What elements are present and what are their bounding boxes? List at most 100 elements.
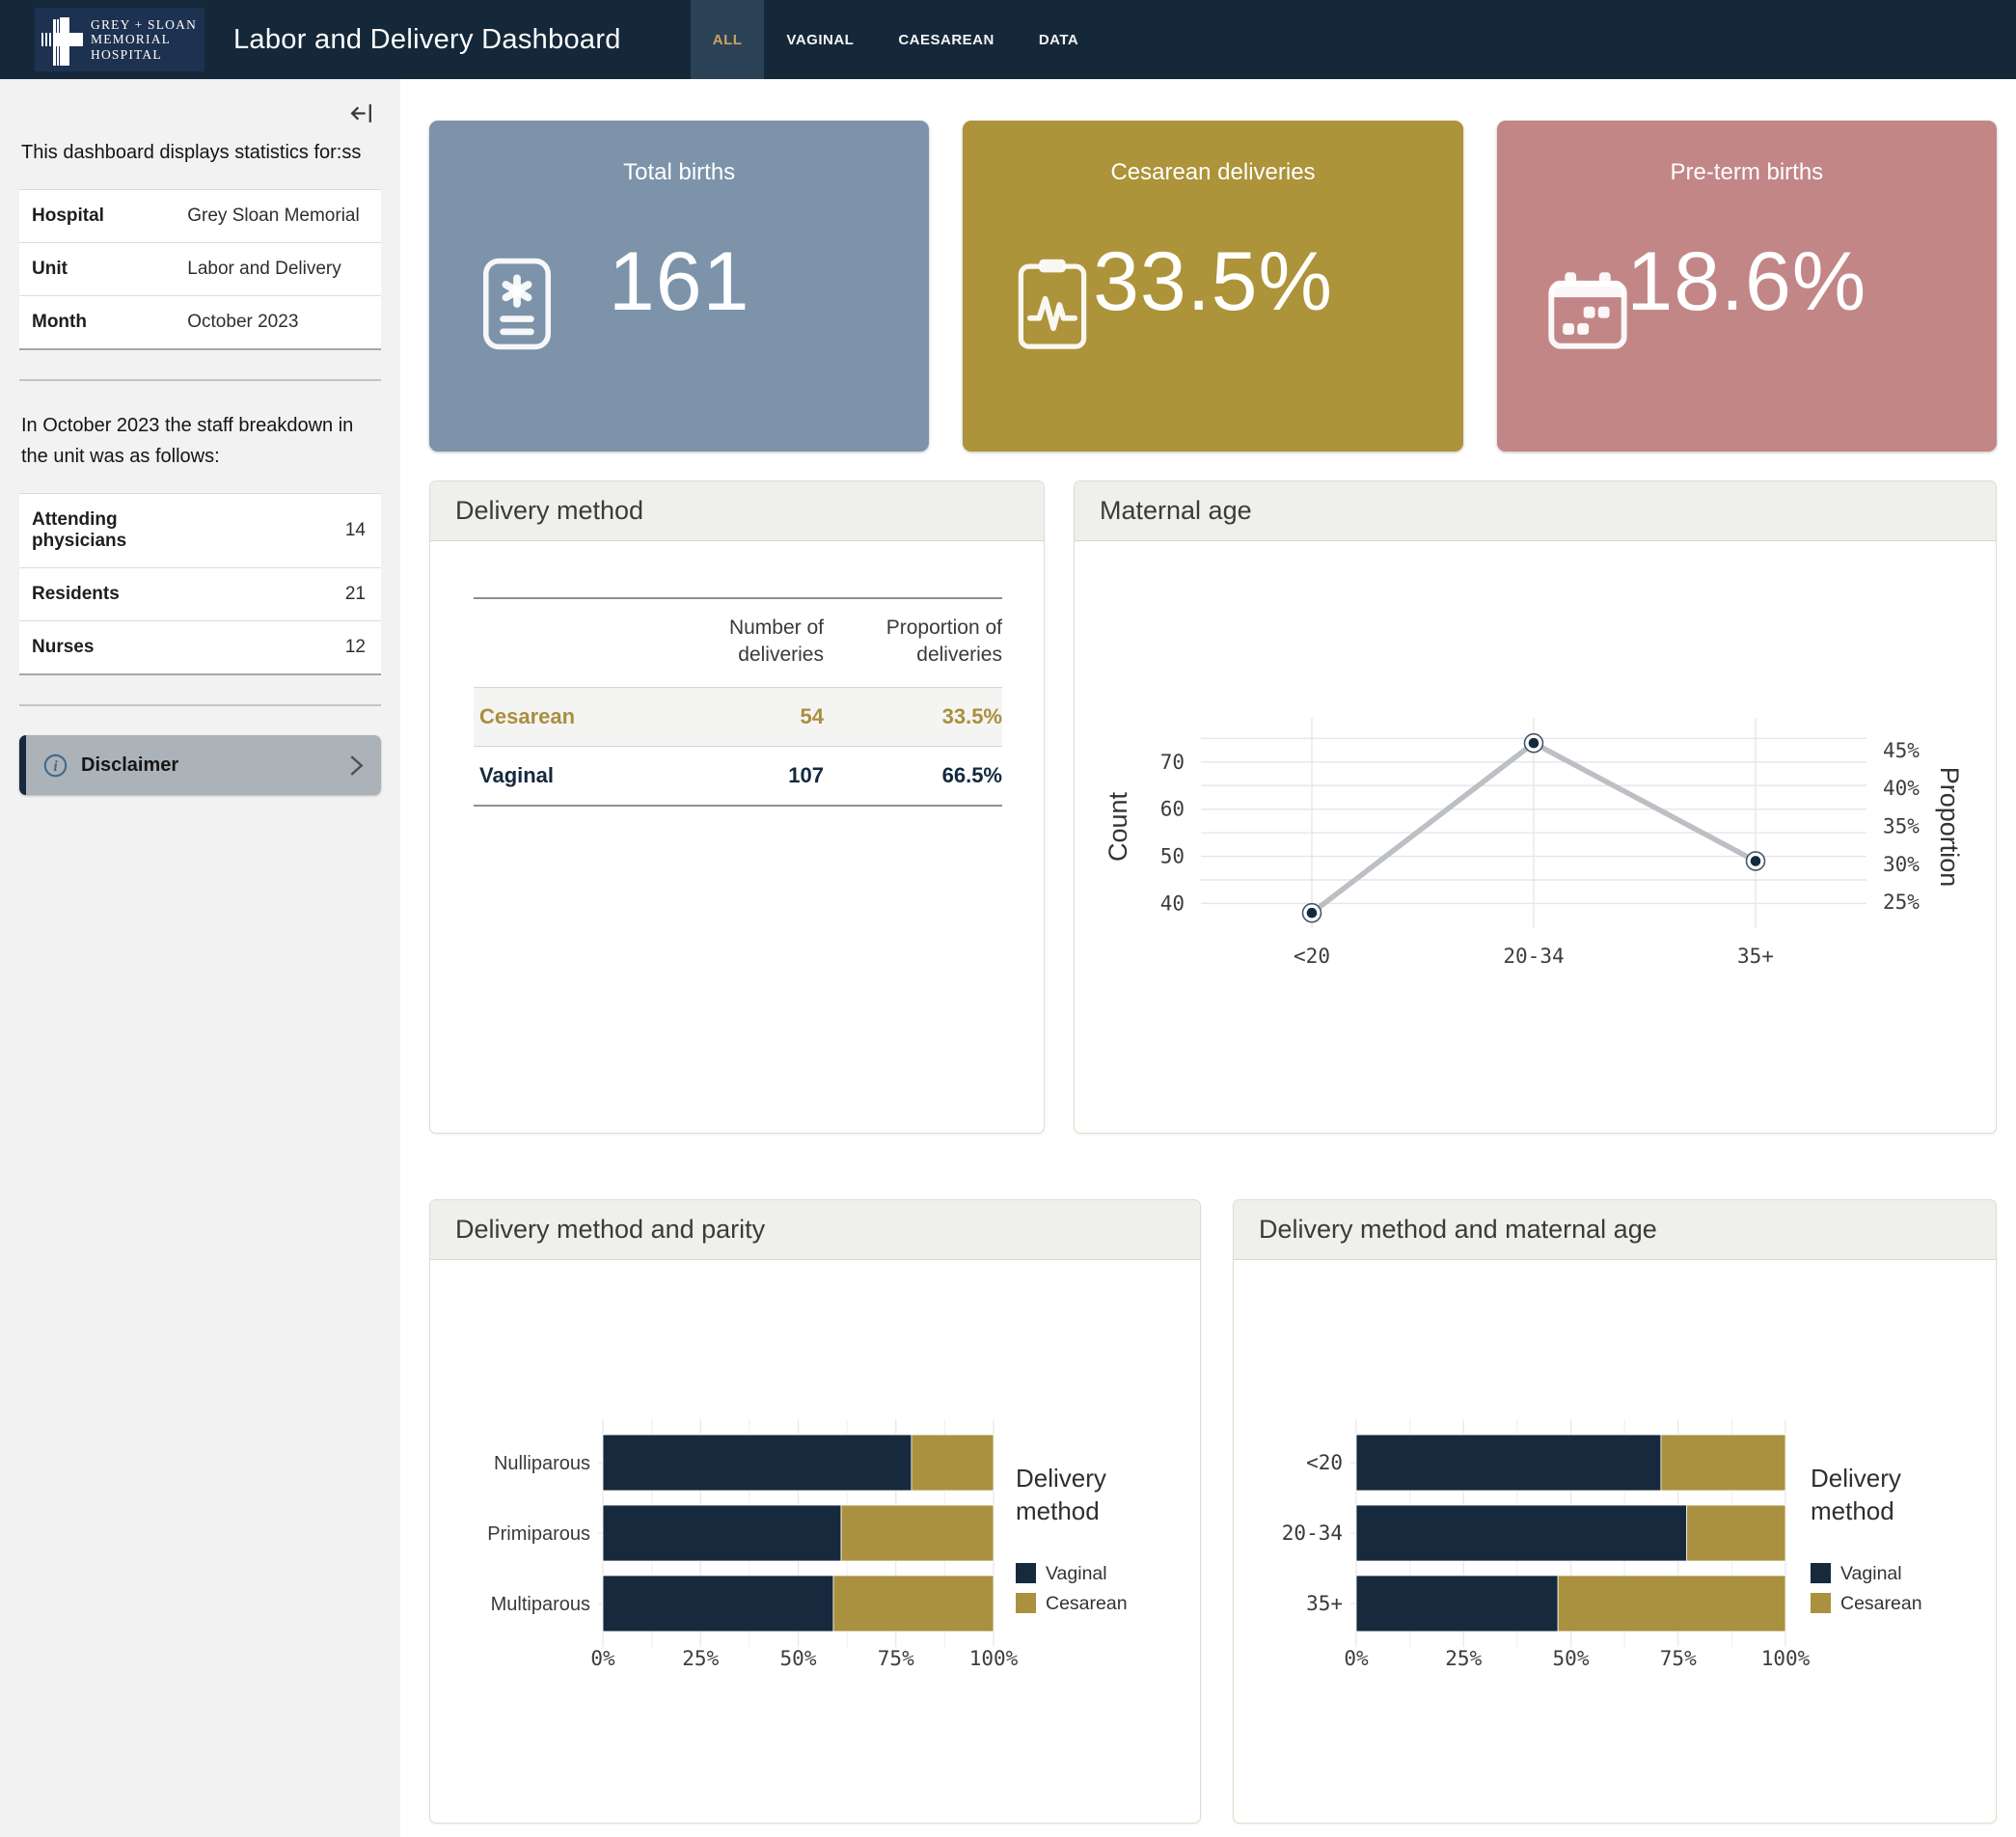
deliveries-proportion: 66.5%: [824, 746, 1002, 806]
value-boxes: Total births: [429, 121, 1997, 452]
svg-text:Nulliparous: Nulliparous: [494, 1453, 590, 1474]
table-header-row: Number of deliveries Proportion of deliv…: [474, 598, 1002, 687]
card-title: Maternal age: [1075, 481, 1996, 541]
svg-text:100%: 100%: [1761, 1647, 1811, 1670]
sidebar-intro-text: This dashboard displays statistics for:s…: [21, 137, 379, 168]
delivery-method-table: Number of deliveries Proportion of deliv…: [474, 597, 1002, 807]
svg-text:Count: Count: [1103, 791, 1132, 862]
value-box-total-births: Total births: [429, 121, 929, 452]
hospital-logo-text: GREY + SLOAN MEMORIAL HOSPITAL: [91, 17, 197, 61]
value-box-title: Pre-term births: [1497, 121, 1997, 186]
staff-count: 12: [175, 621, 381, 675]
svg-text:50%: 50%: [780, 1647, 817, 1670]
svg-text:35+: 35+: [1737, 945, 1774, 968]
age-method-bar-chart: <2020-3435+0%25%50%75%100%Deliverymethod…: [1234, 1260, 1996, 1823]
parity-bar-chart: NulliparousPrimiparousMultiparous0%25%50…: [430, 1260, 1200, 1823]
value-box-value: 18.6%: [1497, 234, 1997, 330]
value-box-title: Total births: [429, 121, 929, 186]
hospital-cross-icon: [41, 14, 85, 66]
disclaimer-label: Disclaimer: [81, 754, 178, 777]
svg-text:60: 60: [1160, 798, 1185, 821]
staff-table: Attending physicians 14 Residents 21 Nur…: [19, 493, 381, 675]
svg-text:i: i: [53, 757, 58, 774]
svg-text:20-34: 20-34: [1282, 1522, 1343, 1545]
nav-tabs: ALL VAGINAL CAESAREAN DATA: [691, 0, 1102, 79]
svg-text:70: 70: [1160, 751, 1185, 774]
hospital-info-table: Hospital Grey Sloan Memorial Unit Labor …: [19, 189, 381, 350]
disclaimer-button[interactable]: i Disclaimer: [19, 735, 381, 795]
svg-text:75%: 75%: [1660, 1647, 1697, 1670]
svg-text:25%: 25%: [1445, 1647, 1482, 1670]
staff-count: 21: [175, 568, 381, 621]
svg-text:40: 40: [1160, 891, 1185, 915]
maternal-age-card: Maternal age 4050607025%30%35%40%45%<202…: [1074, 480, 1997, 1134]
column-header: Number of deliveries: [674, 598, 824, 687]
svg-text:35%: 35%: [1883, 815, 1920, 838]
svg-text:20-34: 20-34: [1503, 945, 1564, 968]
info-value: October 2023: [175, 296, 381, 350]
value-box-cesarean: Cesarean deliveries 33.5%: [963, 121, 1462, 452]
info-icon: i: [43, 754, 68, 778]
tab-data[interactable]: DATA: [1017, 0, 1101, 79]
table-row: Hospital Grey Sloan Memorial: [19, 190, 381, 243]
sidebar-collapse-icon[interactable]: [349, 100, 375, 126]
svg-text:<20: <20: [1306, 1451, 1343, 1474]
age-method-card: Delivery method and maternal age <20 20-3…: [1233, 1199, 1997, 1823]
svg-text:Vaginal: Vaginal: [1046, 1563, 1107, 1584]
svg-text:method: method: [1811, 1496, 1894, 1525]
table-row-cesarean: Cesarean 54 33.5%: [474, 687, 1002, 746]
sidebar-divider: [19, 704, 381, 706]
svg-text:50: 50: [1160, 845, 1185, 868]
tab-all[interactable]: ALL: [691, 0, 765, 79]
svg-text:Delivery: Delivery: [1811, 1464, 1901, 1493]
sidebar: This dashboard displays statistics for:s…: [0, 79, 400, 1837]
info-label: Hospital: [19, 190, 175, 243]
hospital-logo: GREY + SLOAN MEMORIAL HOSPITAL: [35, 8, 204, 71]
table-row: Month October 2023: [19, 296, 381, 350]
value-box-title: Cesarean deliveries: [963, 121, 1462, 186]
staff-count: 14: [175, 494, 381, 568]
maternal-age-line-chart: 4050607025%30%35%40%45%<2020-3435+CountP…: [1075, 541, 1996, 1133]
main-content: Total births: [400, 79, 2016, 1837]
table-row: Nurses 12: [19, 621, 381, 675]
staff-label: Attending physicians: [19, 494, 175, 568]
svg-text:35+: 35+: [1306, 1592, 1343, 1615]
table-row: Unit Labor and Delivery: [19, 243, 381, 296]
svg-text:Cesarean: Cesarean: [1046, 1593, 1128, 1614]
svg-text:0%: 0%: [1344, 1647, 1369, 1670]
svg-text:25%: 25%: [1883, 891, 1920, 914]
value-box-value: 161: [429, 234, 929, 330]
table-row-vaginal: Vaginal 107 66.5%: [474, 746, 1002, 806]
svg-text:<20: <20: [1294, 945, 1330, 968]
info-value: Labor and Delivery: [175, 243, 381, 296]
svg-text:Vaginal: Vaginal: [1840, 1563, 1902, 1584]
row-label: Cesarean: [474, 687, 674, 746]
row-label: Vaginal: [474, 746, 674, 806]
svg-text:Delivery: Delivery: [1016, 1464, 1106, 1493]
table-row: Residents 21: [19, 568, 381, 621]
deliveries-count: 54: [674, 687, 824, 746]
empty-header-cell: [474, 598, 674, 687]
parity-card: Delivery method and parity Nulliparous Pr…: [429, 1199, 1201, 1823]
info-value: Grey Sloan Memorial: [175, 190, 381, 243]
info-label: Unit: [19, 243, 175, 296]
svg-text:0%: 0%: [590, 1647, 615, 1670]
logo-line-1: GREY + SLOAN: [91, 17, 197, 32]
navbar: GREY + SLOAN MEMORIAL HOSPITAL Labor and…: [0, 0, 2016, 79]
svg-text:75%: 75%: [878, 1647, 914, 1670]
svg-text:40%: 40%: [1883, 777, 1920, 800]
svg-text:25%: 25%: [682, 1647, 719, 1670]
chevron-right-icon: [349, 754, 364, 778]
svg-text:45%: 45%: [1883, 739, 1920, 762]
svg-text:Primiparous: Primiparous: [487, 1523, 590, 1545]
tab-caesarean[interactable]: CAESAREAN: [876, 0, 1017, 79]
svg-text:Cesarean: Cesarean: [1840, 1593, 1922, 1614]
card-title: Delivery method and maternal age: [1234, 1200, 1996, 1260]
tab-vaginal[interactable]: VAGINAL: [764, 0, 876, 79]
card-title: Delivery method and parity: [430, 1200, 1200, 1260]
deliveries-count: 107: [674, 746, 824, 806]
logo-line-2: MEMORIAL: [91, 32, 197, 46]
value-box-value: 33.5%: [963, 234, 1462, 330]
logo-line-3: HOSPITAL: [91, 47, 197, 62]
page-title: Labor and Delivery Dashboard: [233, 24, 621, 56]
